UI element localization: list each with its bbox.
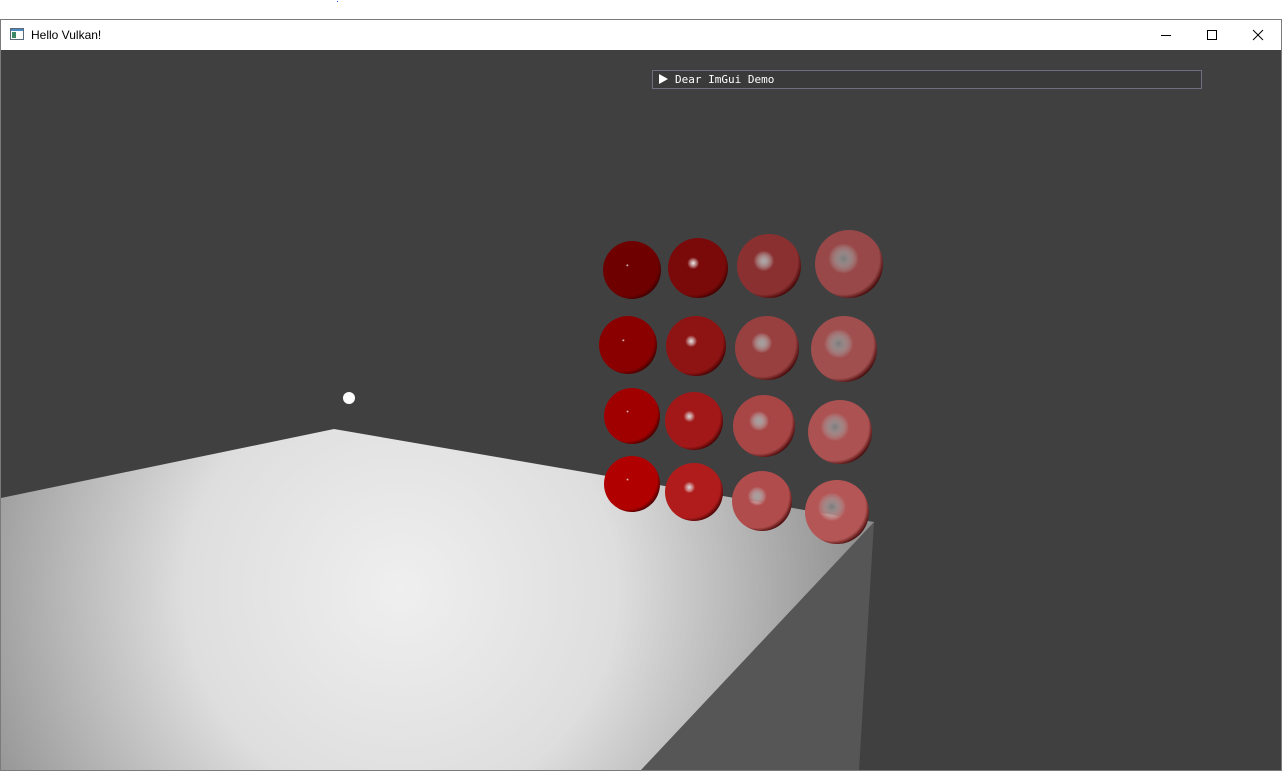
imgui-window-title: Dear ImGui Demo [675, 73, 775, 86]
maximize-button[interactable] [1189, 20, 1235, 50]
render-viewport[interactable]: Dear ImGui Demo [1, 50, 1281, 770]
title-bar[interactable]: Hello Vulkan! [1, 20, 1281, 50]
imgui-demo-window[interactable]: Dear ImGui Demo [652, 70, 1202, 89]
sphere-r3-c2 [665, 392, 723, 450]
sphere-r2-c3 [735, 316, 799, 380]
sphere-r4-c3 [732, 471, 792, 531]
sphere-r1-c4 [815, 230, 883, 298]
collapse-arrow-icon[interactable] [659, 74, 668, 84]
sphere-r2-c1 [599, 316, 657, 374]
close-button[interactable] [1235, 20, 1281, 50]
sphere-r2-c2 [666, 316, 726, 376]
sphere-r2-c4 [811, 316, 877, 382]
close-icon [1252, 29, 1264, 41]
desktop-strip [0, 0, 1282, 20]
minimize-button[interactable] [1143, 20, 1189, 50]
sphere-r4-c1 [604, 456, 660, 512]
sphere-r3-c3 [733, 395, 795, 457]
sphere-r4-c2 [665, 463, 723, 521]
desktop-pixel [337, 1, 338, 2]
maximize-icon [1207, 30, 1217, 40]
sphere-r3-c4 [808, 400, 872, 464]
sphere-r1-c3 [737, 234, 801, 298]
window-title: Hello Vulkan! [31, 28, 102, 42]
app-window-icon [10, 28, 24, 40]
scene-canvas [1, 50, 1281, 770]
sphere-r3-c1 [604, 388, 660, 444]
sphere-r1-c1 [603, 241, 661, 299]
sphere-r4-c4 [805, 480, 869, 544]
light-source [343, 392, 355, 404]
minimize-icon [1161, 35, 1171, 36]
sphere-r1-c2 [668, 238, 728, 298]
app-window: Hello Vulkan! Dear ImGui Demo [0, 19, 1282, 771]
